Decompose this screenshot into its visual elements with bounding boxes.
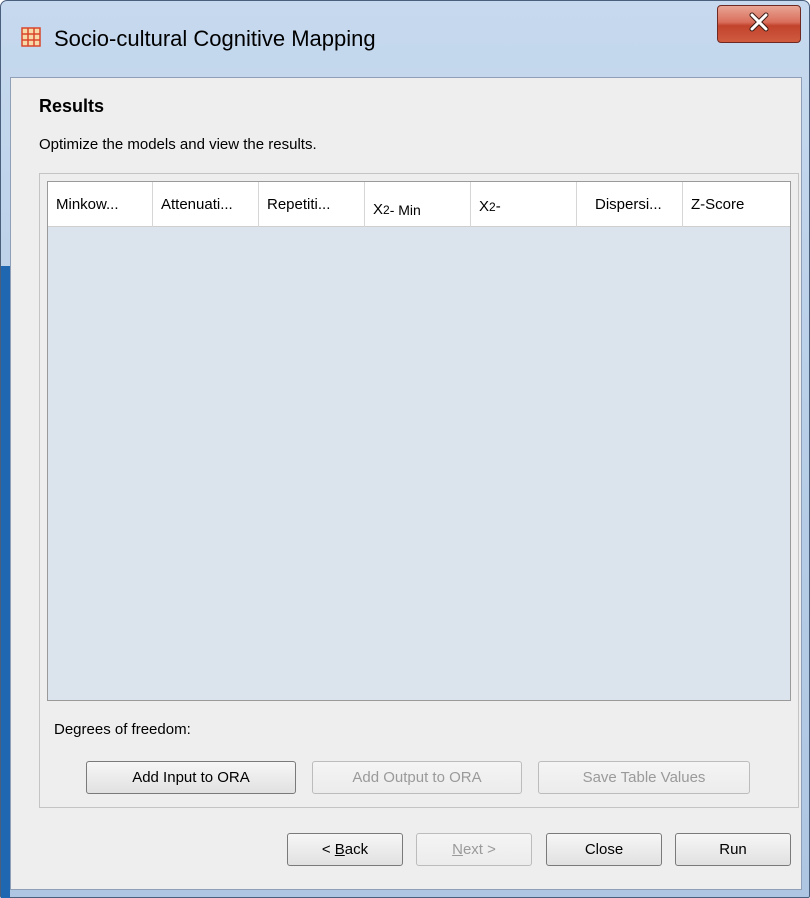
results-table[interactable]: Minkow... Attenuati... Repetiti... X2 - … [47,181,791,701]
dialog-content: Results Optimize the models and view the… [10,77,802,890]
add-output-to-ora-button[interactable]: Add Output to ORA [312,761,522,794]
close-button[interactable]: Close [546,833,662,866]
column-header-attenuation[interactable]: Attenuati... [153,182,259,227]
column-header-z-score[interactable]: Z-Score [683,182,790,227]
degrees-of-freedom-label: Degrees of freedom: [54,721,191,738]
window-close-button[interactable] [717,5,801,43]
column-header-dispersion[interactable]: Dispersi... [577,182,683,227]
save-table-values-button[interactable]: Save Table Values [538,761,750,794]
run-button[interactable]: Run [675,833,791,866]
back-button[interactable]: < Back [287,833,403,866]
ora-grid-icon [21,27,41,47]
page-description: Optimize the models and view the results… [39,136,317,153]
column-header-chi-square[interactable]: X2 - [471,182,577,227]
table-header: Minkow... Attenuati... Repetiti... X2 - … [48,182,790,227]
window-title: Socio-cultural Cognitive Mapping [54,26,376,51]
close-icon [748,12,770,37]
next-button[interactable]: Next > [416,833,532,866]
results-panel: Minkow... Attenuati... Repetiti... X2 - … [39,173,799,808]
add-input-to-ora-button[interactable]: Add Input to ORA [86,761,296,794]
background-window-edge [1,266,10,898]
column-header-repetition[interactable]: Repetiti... [259,182,365,227]
column-header-chi-square-min[interactable]: X2 - Min [365,182,471,227]
column-header-minkowski[interactable]: Minkow... [48,182,153,227]
title-bar[interactable]: Socio-cultural Cognitive Mapping [1,1,809,77]
page-title: Results [39,96,105,116]
dialog-window: Socio-cultural Cognitive Mapping Results… [0,0,810,898]
